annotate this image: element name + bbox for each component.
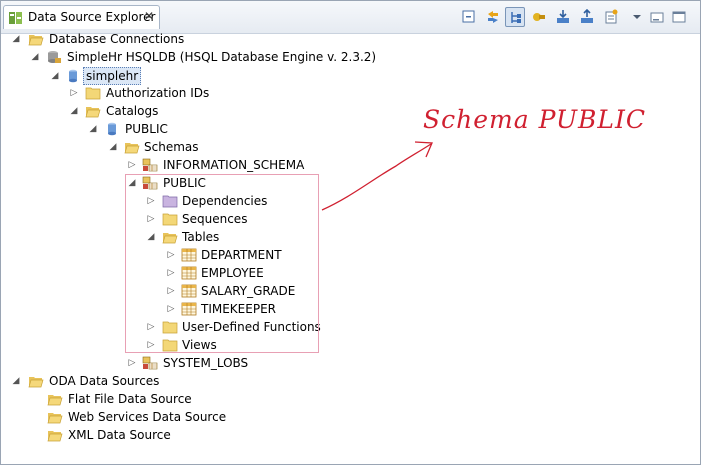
annotation-text: Schema PUBLIC — [423, 105, 647, 134]
annotation-arrow — [321, 141, 433, 211]
data-source-explorer-view: Data Source Explorer ✕ ◢ Database Connec… — [0, 0, 701, 465]
